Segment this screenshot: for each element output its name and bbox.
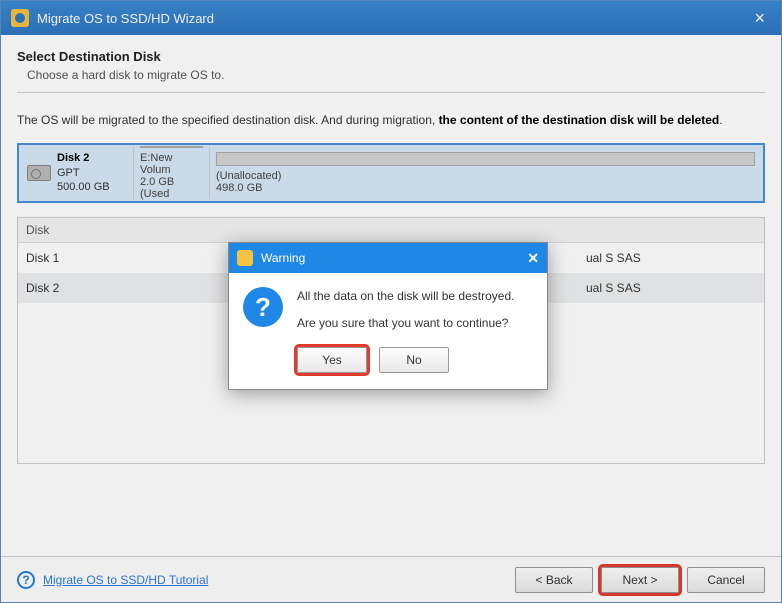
warning-prefix: The OS will be migrated to the specified… — [17, 113, 439, 127]
partition-label: (Unallocated) — [216, 170, 755, 182]
dialog-line2: Are you sure that you want to continue? — [297, 314, 514, 333]
dialog-message: All the data on the disk will be destroy… — [297, 287, 514, 373]
disk-tail: ual S SAS — [586, 251, 756, 265]
table-header: Disk — [18, 218, 764, 243]
back-button[interactable]: < Back — [515, 567, 593, 593]
warning-bold: the content of the destination disk will… — [439, 113, 720, 127]
next-button[interactable]: Next > — [601, 567, 679, 593]
tutorial-link[interactable]: Migrate OS to SSD/HD Tutorial — [43, 573, 208, 587]
partition-bar — [216, 152, 755, 166]
no-button[interactable]: No — [379, 347, 449, 373]
dialog-titlebar: Warning ✕ — [229, 243, 547, 273]
dialog-line1: All the data on the disk will be destroy… — [297, 287, 514, 306]
app-icon — [11, 9, 29, 27]
cancel-button[interactable]: Cancel — [687, 567, 765, 593]
disk-info: Disk 2 GPT 500.00 GB — [21, 147, 133, 199]
disk-icon — [27, 165, 51, 181]
disk-size: 500.00 GB — [57, 180, 110, 195]
partition-bar — [140, 146, 203, 148]
dialog-title: Warning — [261, 251, 305, 265]
partition-detail: 498.0 GB — [216, 182, 755, 194]
partition-1: E:New Volum 2.0 GB (Used — [133, 147, 209, 199]
disk-tail: ual S SAS — [586, 281, 756, 295]
selected-disk-panel[interactable]: Disk 2 GPT 500.00 GB E:New Volum 2.0 GB … — [17, 143, 765, 203]
yes-button[interactable]: Yes — [297, 347, 367, 373]
footer: ? Migrate OS to SSD/HD Tutorial < Back N… — [1, 556, 781, 602]
question-icon: ? — [243, 287, 283, 327]
titlebar: Migrate OS to SSD/HD Wizard × — [1, 1, 781, 35]
window-title: Migrate OS to SSD/HD Wizard — [37, 11, 214, 26]
close-icon[interactable]: × — [748, 8, 771, 29]
page-title: Select Destination Disk — [17, 49, 765, 64]
page-subtitle: Choose a hard disk to migrate OS to. — [27, 68, 765, 82]
disk-name: Disk 2 — [57, 151, 110, 166]
dialog-icon — [237, 250, 253, 266]
partition-detail: 2.0 GB (Used — [140, 176, 203, 200]
warning-dialog: Warning ✕ ? All the data on the disk wil… — [228, 242, 548, 390]
partition-label: E:New Volum — [140, 152, 203, 176]
separator — [17, 92, 765, 93]
disk-scheme: GPT — [57, 166, 110, 181]
partition-2: (Unallocated) 498.0 GB — [209, 147, 761, 199]
dialog-close-icon[interactable]: ✕ — [527, 250, 539, 267]
help-icon[interactable]: ? — [17, 571, 35, 589]
migration-warning: The OS will be migrated to the specified… — [17, 111, 765, 129]
